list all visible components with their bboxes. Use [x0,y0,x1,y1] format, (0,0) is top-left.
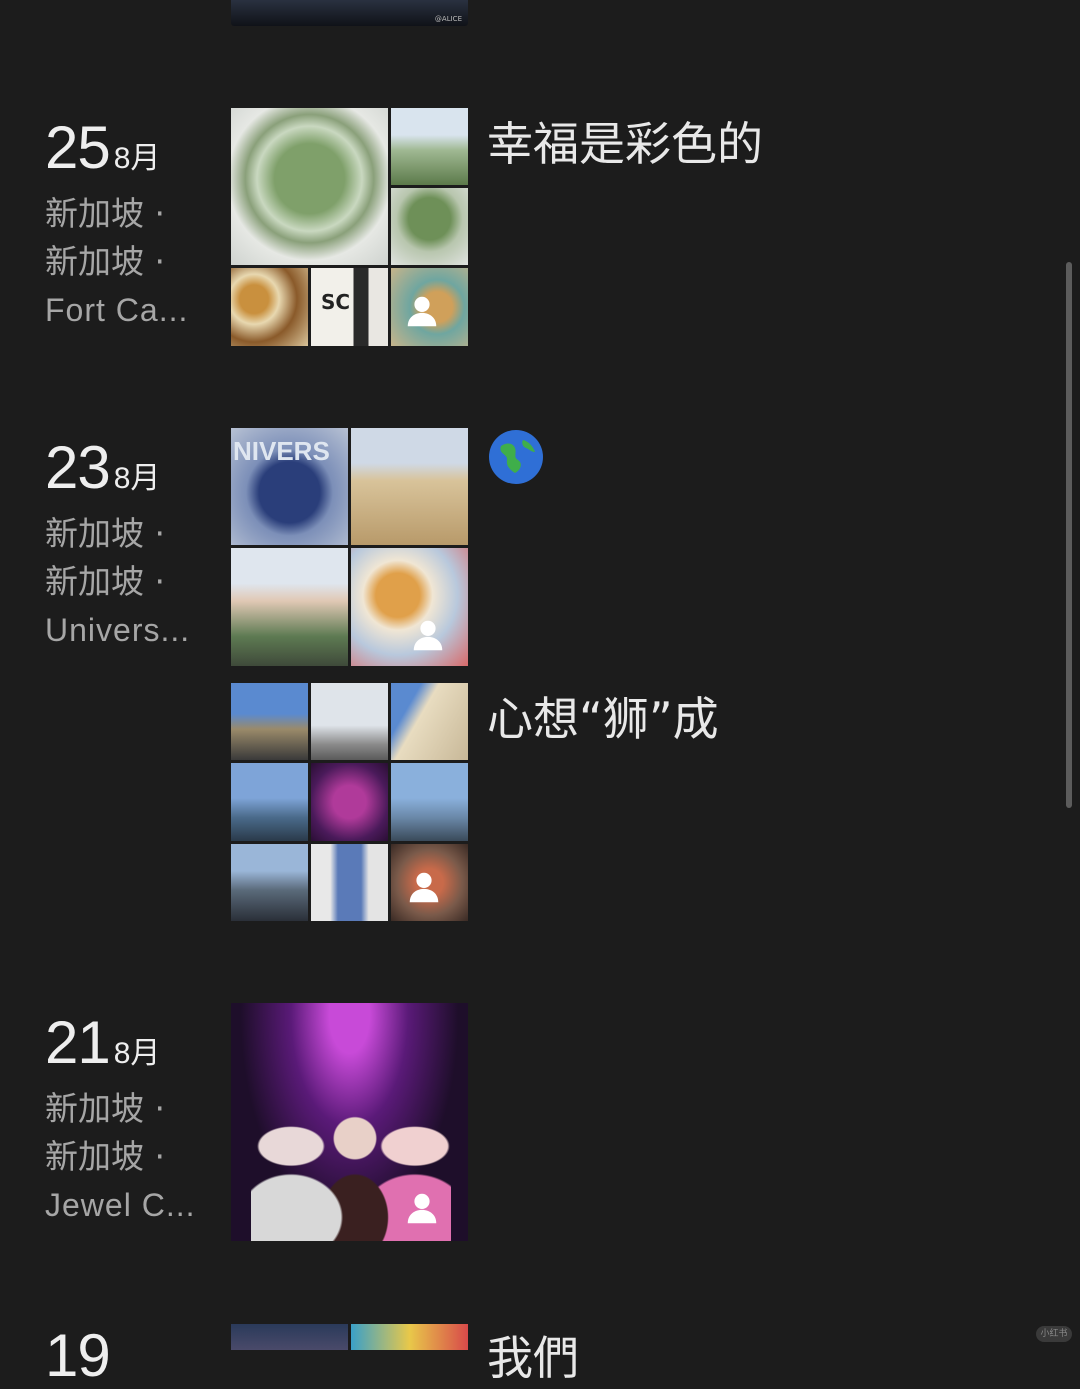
photo-tile[interactable] [231,683,308,760]
date-day: 23 [45,434,111,501]
photo-tile[interactable] [231,1324,348,1350]
globe-icon: 🌏 [487,428,545,486]
location-line: Univers... [45,612,191,648]
photo-tile[interactable] [351,1324,468,1350]
date-label: 25 8月 [45,118,160,178]
location-block: 新加坡 · 新加坡 · Jewel C... [45,1085,195,1229]
location-line: 新加坡 · [45,242,165,281]
photo-sign-text: NIVERS [233,436,330,466]
date-month: 8月 [113,1037,161,1070]
location-block: 新加坡 · 新加坡 · Univers... [45,510,190,654]
photo-tile[interactable] [391,268,468,346]
photo-tile[interactable] [231,268,308,346]
location-line: 新加坡 · [45,194,165,233]
photo-tile[interactable] [311,683,388,760]
photo-tile[interactable] [231,548,348,666]
location-block: 新加坡 · 新加坡 · Fort Ca... [45,190,188,334]
photo-tile[interactable] [231,763,308,841]
location-line: 新加坡 · [45,514,165,553]
date-label: 23 8月 [45,438,160,498]
photo-grid[interactable]: SC [231,108,468,346]
photo-sign-text: SC [321,290,351,314]
photo-grid[interactable] [231,683,468,921]
date-month: 8月 [113,462,161,495]
person-icon [409,616,447,654]
date-label: 21 8月 [45,1013,160,1073]
photo-single[interactable] [231,1003,468,1241]
date-day: 25 [45,114,111,181]
photo-grid[interactable]: NIVERS [231,428,468,666]
person-icon [403,1189,441,1227]
photo-tile[interactable] [351,548,468,666]
photo-tile[interactable] [231,108,388,265]
location-line: Fort Ca... [45,292,189,328]
post-caption: 幸福是彩色的 [487,117,763,171]
date-month: 8月 [113,142,161,175]
photo-tile[interactable] [351,428,468,545]
photo-tile[interactable] [391,844,468,921]
photo-tile[interactable] [391,683,468,760]
date-label: 19 [45,1326,111,1386]
photo-tile[interactable] [311,844,388,921]
photo-tile[interactable] [391,763,468,841]
person-icon [403,292,441,330]
location-line: 新加坡 · [45,562,165,601]
photo-tile[interactable] [231,844,308,921]
scrollbar[interactable] [1066,262,1072,808]
location-line: 新加坡 · [45,1137,165,1176]
photo-tile[interactable]: SC [311,268,388,346]
post-caption: 我們 [487,1331,579,1385]
photo-grid[interactable] [231,1324,468,1350]
photo-tile[interactable] [391,108,468,185]
photo-tile[interactable] [391,188,468,265]
partial-photo-label: @ALICE [434,15,462,23]
person-icon [405,868,443,906]
date-day: 19 [45,1322,111,1389]
photo-tile[interactable]: NIVERS [231,428,348,545]
partial-photo-top[interactable]: @ALICE [231,0,468,26]
photo-tile[interactable] [311,763,388,841]
post-caption: 心想“狮”成 [487,692,719,746]
location-line: Jewel C... [45,1187,196,1223]
watermark-badge: 小红书 [1036,1326,1072,1342]
date-day: 21 [45,1009,111,1076]
location-line: 新加坡 · [45,1089,165,1128]
